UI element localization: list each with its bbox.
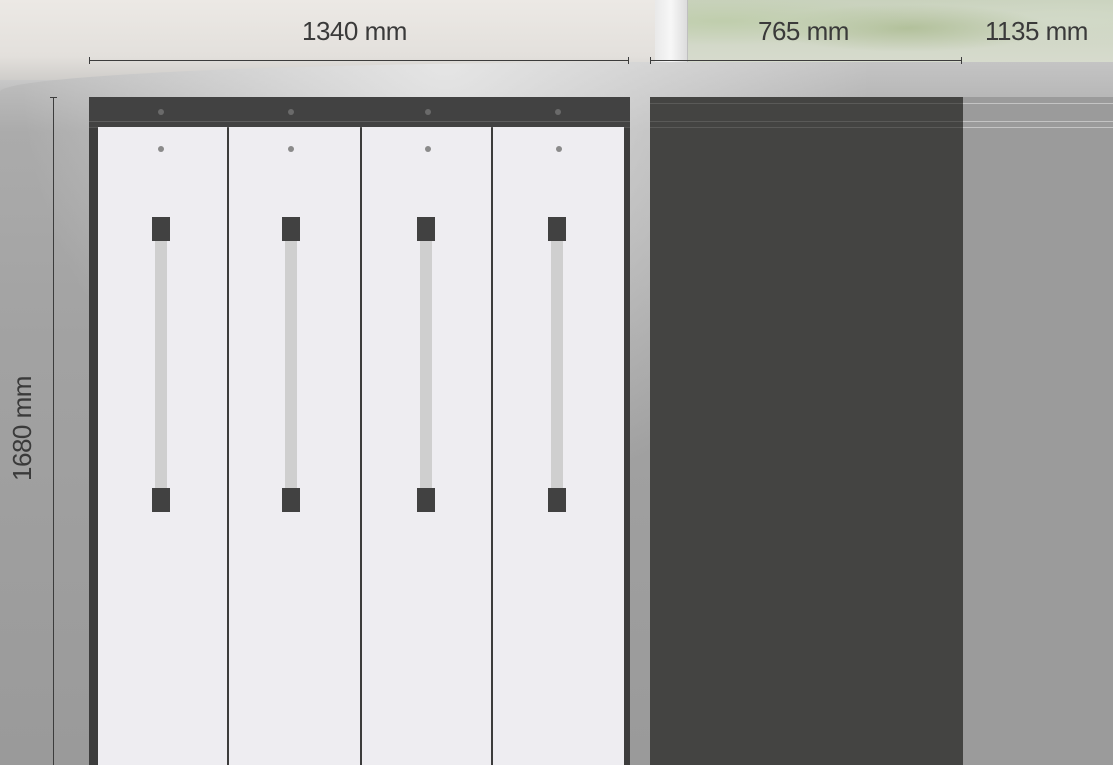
handle-top-cap — [282, 217, 300, 241]
cabinet-door-1[interactable] — [98, 127, 227, 765]
handle-bottom-cap — [282, 488, 300, 512]
handle-bottom-cap — [152, 488, 170, 512]
cabinet-door-2[interactable] — [229, 127, 360, 765]
width-dimension-line — [89, 57, 629, 64]
door-screw-dot — [556, 146, 562, 152]
width-dimension-label: 1340 mm — [302, 16, 407, 46]
door-screw-dot — [158, 146, 164, 152]
handle-bottom-cap — [417, 488, 435, 512]
handle-top-cap — [417, 217, 435, 241]
adjacent-shelf — [963, 97, 1113, 765]
depth-dimension-label: 765 mm — [758, 16, 849, 46]
depth-dimension-line — [650, 57, 962, 64]
shelf-edge-line — [963, 103, 1113, 104]
height-dimension-label: 1680 mm — [6, 376, 37, 481]
handle-bottom-cap — [548, 488, 566, 512]
door-handle[interactable] — [285, 241, 297, 488]
cabinet-door-3[interactable] — [362, 127, 491, 765]
top-screw-dot — [158, 109, 164, 115]
product-scene: 1340 mm 765 mm 1135 mm 1680 mm — [0, 0, 1113, 765]
cabinet-side-panel — [650, 97, 963, 765]
shelf-edge-line — [963, 127, 1113, 128]
side-panel-line — [650, 103, 963, 104]
cabinet-top-rail — [89, 97, 630, 128]
door-handle[interactable] — [420, 241, 432, 488]
cabinet-door-4[interactable] — [493, 127, 624, 765]
extra-dimension-label: 1135 mm — [985, 16, 1088, 46]
shelf-edge-line — [963, 121, 1113, 122]
handle-top-cap — [152, 217, 170, 241]
top-screw-dot — [288, 109, 294, 115]
top-rail-line — [89, 121, 630, 122]
top-screw-dot — [425, 109, 431, 115]
top-screw-dot — [555, 109, 561, 115]
door-screw-dot — [425, 146, 431, 152]
door-handle[interactable] — [155, 241, 167, 488]
cabinet-front — [89, 97, 630, 765]
side-panel-line — [650, 127, 963, 128]
door-screw-dot — [288, 146, 294, 152]
handle-top-cap — [548, 217, 566, 241]
side-panel-line — [650, 121, 963, 122]
door-handle[interactable] — [551, 241, 563, 488]
height-dimension-line — [50, 97, 57, 765]
